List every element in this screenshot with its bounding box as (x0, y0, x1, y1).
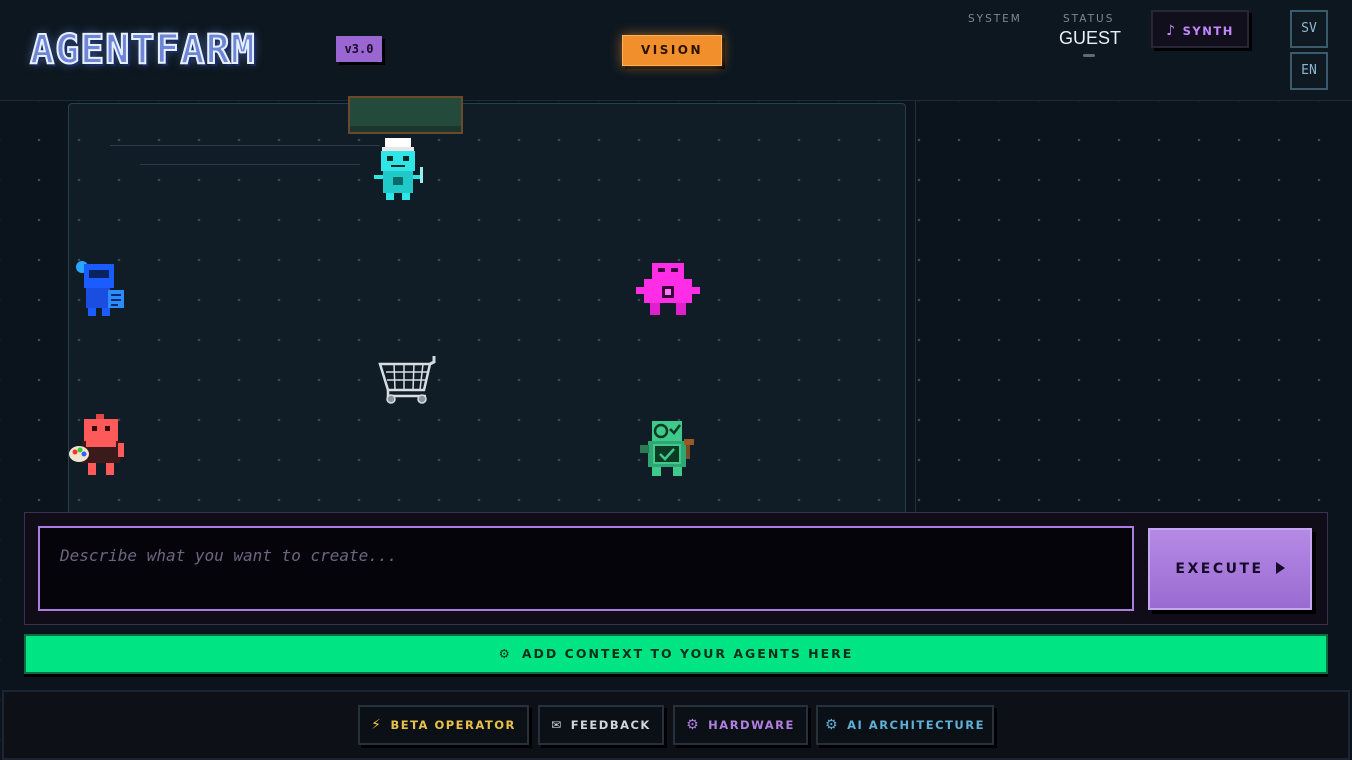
app-logo[interactable]: AGENTFARM (29, 27, 256, 73)
lang-en-button[interactable]: EN (1290, 52, 1328, 90)
ai-architecture-button[interactable]: ⚙ AI ARCHITECTURE (816, 705, 994, 745)
reviewer-agent[interactable] (638, 419, 702, 479)
play-icon (1275, 562, 1285, 574)
music-note-icon: ♪ (1166, 23, 1177, 39)
synth-button[interactable]: ♪ SYNTH (1151, 10, 1249, 48)
gear-icon: ⚙ (686, 717, 701, 733)
beta-operator-label: BETA OPERATOR (390, 718, 516, 732)
feedback-button[interactable]: ✉ FEEDBACK (538, 705, 664, 745)
core-agent[interactable] (634, 262, 702, 318)
add-context-button[interactable]: ⚙ ADD CONTEXT TO YOUR AGENTS HERE (24, 634, 1328, 674)
hardware-button[interactable]: ⚙ HARDWARE (673, 705, 808, 745)
hardware-label: HARDWARE (708, 718, 795, 732)
lightning-icon: ⚡ (371, 717, 383, 733)
status-value: GUEST (1059, 28, 1122, 48)
execute-label: EXECUTE (1175, 561, 1264, 577)
gear-icon: ⚙ (825, 717, 840, 733)
envelope-icon: ✉ (551, 718, 563, 732)
status-indicator (1083, 54, 1095, 57)
ai-architecture-label: AI ARCHITECTURE (847, 718, 985, 732)
system-label: SYSTEM (968, 13, 1022, 25)
field-line (110, 145, 380, 146)
synth-label: SYNTH (1182, 24, 1234, 38)
prompt-input[interactable] (38, 526, 1134, 611)
agent-field (68, 103, 906, 518)
add-context-label: ADD CONTEXT TO YOUR AGENTS HERE (521, 646, 854, 661)
shopping-cart-icon[interactable] (376, 354, 440, 406)
gear-icon: ⚙ (498, 646, 512, 661)
status-label: STATUS (1063, 13, 1115, 25)
chef-agent[interactable] (372, 137, 426, 201)
artist-agent[interactable] (68, 413, 126, 477)
feedback-label: FEEDBACK (570, 718, 651, 732)
field-sign (348, 96, 463, 134)
writer-agent[interactable] (74, 259, 130, 319)
beta-operator-button[interactable]: ⚡ BETA OPERATOR (358, 705, 529, 745)
field-divider (915, 100, 916, 512)
lang-sv-button[interactable]: SV (1290, 10, 1328, 48)
version-badge: v3.0 (336, 36, 382, 62)
vision-button[interactable]: VISION (622, 35, 722, 66)
field-line (140, 164, 360, 165)
execute-button[interactable]: EXECUTE (1148, 528, 1312, 610)
